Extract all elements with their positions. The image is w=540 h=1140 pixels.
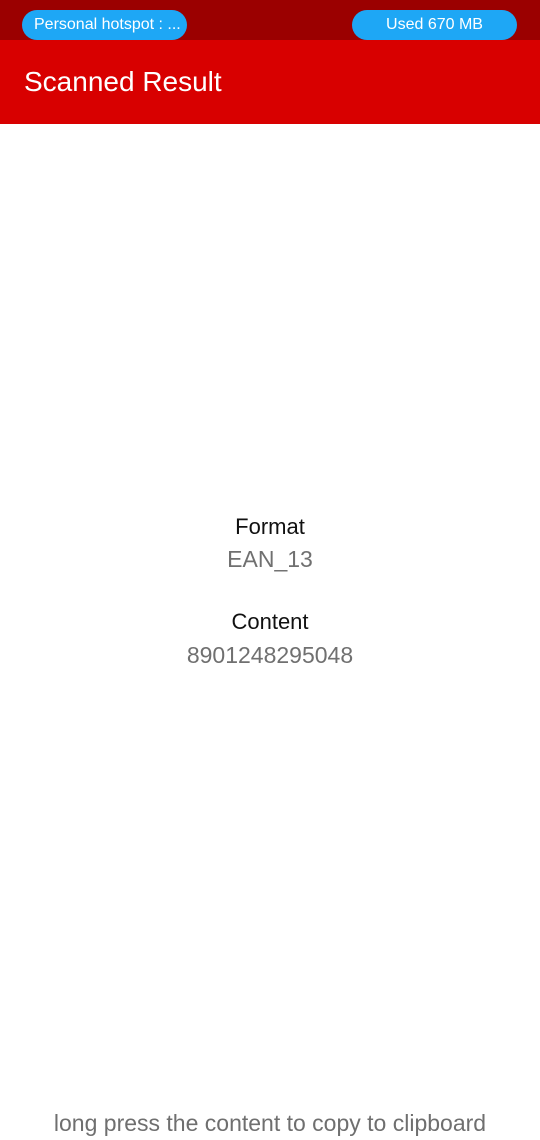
status-bar: Personal hotspot : ... Used 670 MB bbox=[0, 0, 540, 40]
data-usage-pill[interactable]: Used 670 MB bbox=[352, 10, 517, 40]
hotspot-label: Personal hotspot : ... bbox=[34, 16, 181, 33]
data-usage-label: Used 670 MB bbox=[386, 16, 483, 33]
app-bar: Scanned Result bbox=[0, 40, 540, 124]
format-label: Format bbox=[235, 514, 305, 539]
page-title: Scanned Result bbox=[24, 66, 222, 97]
copy-hint: long press the content to copy to clipbo… bbox=[53, 1110, 487, 1136]
format-value: EAN_13 bbox=[227, 546, 313, 572]
hotspot-pill[interactable]: Personal hotspot : ... bbox=[22, 10, 187, 40]
content-label: Content bbox=[231, 609, 309, 634]
content-value[interactable]: 8901248295048 bbox=[0, 640, 540, 670]
